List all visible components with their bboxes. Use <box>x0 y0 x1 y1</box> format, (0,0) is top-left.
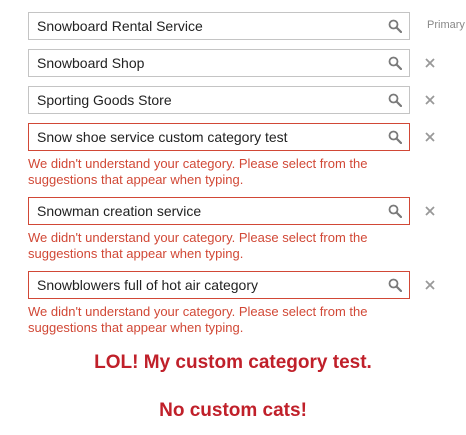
category-field-3[interactable]: Sporting Goods Store <box>28 86 410 114</box>
category-field-value: Snowman creation service <box>37 203 202 219</box>
category-error-message: We didn't understand your category. Plea… <box>28 156 368 187</box>
search-icon[interactable] <box>388 56 402 70</box>
search-icon[interactable] <box>388 204 402 218</box>
close-icon[interactable] <box>424 131 436 143</box>
close-icon[interactable] <box>424 205 436 217</box>
close-icon[interactable] <box>424 279 436 291</box>
category-field-4[interactable]: Snow shoe service custom category test <box>28 123 410 151</box>
search-icon[interactable] <box>388 278 402 292</box>
category-field-6[interactable]: Snowblowers full of hot air category <box>28 271 410 299</box>
category-error-message: We didn't understand your category. Plea… <box>28 304 368 335</box>
category-field-value: Snowblowers full of hot air category <box>37 277 258 293</box>
close-icon[interactable] <box>424 94 436 106</box>
primary-label: Primary <box>427 19 465 31</box>
category-field-value: Sporting Goods Store <box>37 92 172 108</box>
close-icon[interactable] <box>424 57 436 69</box>
category-field-value: Snowboard Rental Service <box>37 18 203 34</box>
annotation-line-1: LOL! My custom category test. <box>94 352 372 373</box>
search-icon[interactable] <box>388 19 402 33</box>
category-field-value: Snowboard Shop <box>37 55 145 71</box>
category-field-5[interactable]: Snowman creation service <box>28 197 410 225</box>
search-icon[interactable] <box>388 93 402 107</box>
category-field-value: Snow shoe service custom category test <box>37 129 288 145</box>
annotation-line-2: No custom cats! <box>159 400 307 421</box>
search-icon[interactable] <box>388 130 402 144</box>
category-field-2[interactable]: Snowboard Shop <box>28 49 410 77</box>
category-error-message: We didn't understand your category. Plea… <box>28 230 368 261</box>
category-field-1[interactable]: Snowboard Rental Service <box>28 12 410 40</box>
